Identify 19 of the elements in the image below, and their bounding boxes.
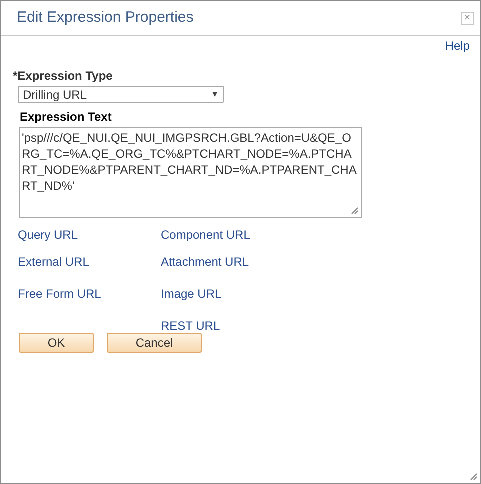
url-link[interactable]: Component URL: [161, 226, 250, 244]
field-label: Expression Text: [20, 109, 113, 126]
url-link[interactable]: External URL: [18, 255, 90, 269]
required-mark: *: [13, 68, 18, 85]
expression-type-dropdown[interactable]: Drilling URL ▼: [18, 86, 224, 103]
dialog-button[interactable]: OK: [19, 333, 94, 353]
window-title: Edit Expression Properties: [17, 8, 194, 28]
url-link[interactable]: REST URL: [161, 317, 220, 335]
help-link[interactable]: Help: [445, 37, 470, 55]
url-link[interactable]: Query URL: [18, 228, 78, 242]
dropdown-arrow-icon: ▼: [211, 88, 219, 100]
url-link[interactable]: Free Form URL: [18, 287, 102, 301]
dialog-button[interactable]: Cancel: [107, 333, 202, 353]
field-label: Expression Type: [18, 68, 113, 85]
resize-grip-icon[interactable]: [351, 207, 359, 215]
window-resize-grip-icon[interactable]: [470, 473, 478, 481]
expression-text-area[interactable]: 'psp///c/QE_NUI.QE_NUI_IMGPSRCH.GBL?Action=U&QE_ORG_TC=%A.QE_ORG_TC%&PTCHART_NODE=%A.PTCHART_NODE%&PTPARENT_CHART_ND=%A.PTPARENT_CHART_ND%': [19, 127, 362, 218]
url-link[interactable]: Attachment URL: [161, 253, 250, 271]
url-link[interactable]: Image URL: [161, 285, 222, 303]
